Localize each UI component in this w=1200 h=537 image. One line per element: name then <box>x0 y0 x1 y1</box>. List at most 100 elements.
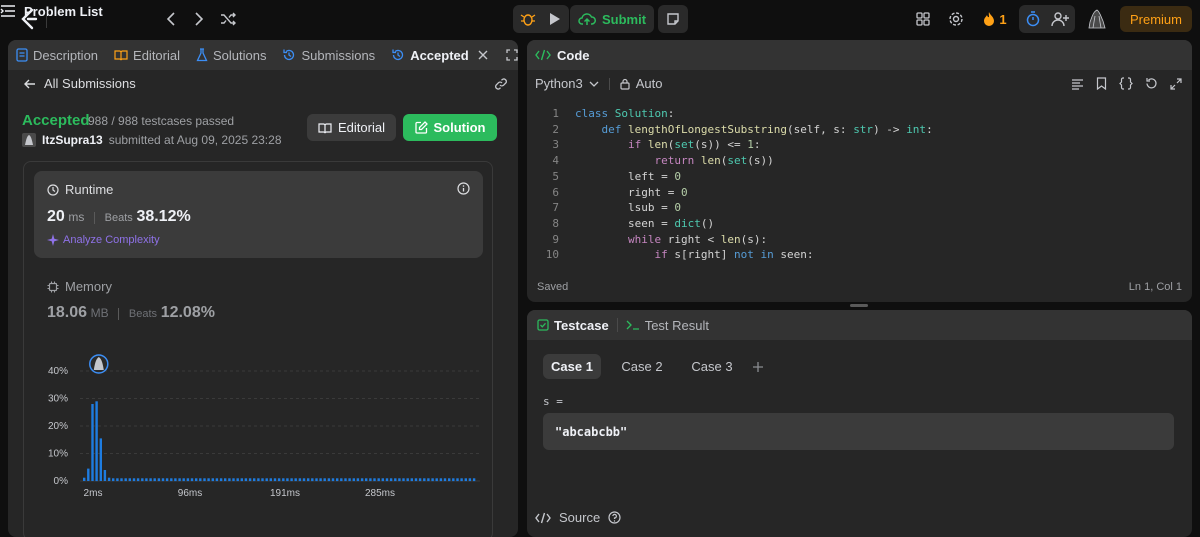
source-toggle[interactable]: Source <box>535 510 621 525</box>
code-line[interactable]: 8 seen = dict() <box>527 217 1192 233</box>
case-tab-2[interactable]: Case 2 <box>613 354 671 379</box>
solution-button[interactable]: Solution <box>403 114 497 141</box>
case-tab-1[interactable]: Case 1 <box>543 354 601 379</box>
distribution-bar[interactable] <box>277 478 281 482</box>
distribution-bar[interactable] <box>124 478 127 482</box>
format-icon[interactable] <box>1071 78 1084 90</box>
notes-icon[interactable] <box>662 8 684 30</box>
code-line[interactable]: 7 lsub = 0 <box>527 201 1192 217</box>
distribution-bar[interactable] <box>248 478 252 482</box>
distribution-bar[interactable] <box>207 478 210 482</box>
distribution-bar[interactable] <box>253 478 256 482</box>
code-line[interactable]: 4 return len(set(s)) <box>527 154 1192 170</box>
distribution-bar[interactable] <box>128 478 131 482</box>
distribution-bar[interactable] <box>199 478 202 482</box>
premium-button[interactable]: Premium <box>1120 6 1192 32</box>
close-icon[interactable] <box>478 50 488 60</box>
distribution-bar[interactable] <box>91 404 94 481</box>
code-line[interactable]: 9 while right < len(s): <box>527 233 1192 249</box>
distribution-bar[interactable] <box>174 478 177 482</box>
distribution-bar[interactable] <box>265 478 268 482</box>
curly-braces-icon[interactable] <box>1119 77 1133 90</box>
tab-solutions[interactable]: Solutions <box>188 40 274 70</box>
distribution-bar[interactable] <box>228 478 231 482</box>
distribution-bar[interactable] <box>136 478 140 482</box>
layout-grid-icon[interactable] <box>912 8 934 30</box>
distribution-bar[interactable] <box>236 478 239 482</box>
distribution-bar[interactable] <box>215 478 219 482</box>
tab-editorial[interactable]: Editorial <box>106 40 188 70</box>
distribution-bar[interactable] <box>327 478 331 482</box>
distribution-bar[interactable] <box>381 478 384 482</box>
distribution-bar[interactable] <box>224 478 227 482</box>
code-line[interactable]: 1 class Solution: <box>527 107 1192 123</box>
distribution-bar[interactable] <box>431 478 434 482</box>
distribution-bar[interactable] <box>389 478 393 482</box>
all-submissions-link[interactable]: All Submissions <box>24 76 136 91</box>
memory-card[interactable]: Memory 18.06 MB Beats 12.08% <box>47 279 215 322</box>
distribution-bar[interactable] <box>269 478 272 482</box>
tab-testcase[interactable]: Testcase <box>529 310 617 340</box>
distribution-bar[interactable] <box>435 478 438 482</box>
maximize-icon[interactable] <box>496 49 518 61</box>
distribution-bar[interactable] <box>282 478 285 482</box>
distribution-bar[interactable] <box>369 478 372 482</box>
distribution-bar[interactable] <box>165 478 169 482</box>
auto-mode-toggle[interactable]: Auto <box>620 76 662 91</box>
distribution-bar[interactable] <box>83 477 86 481</box>
link-icon[interactable] <box>494 77 508 91</box>
distribution-bar[interactable] <box>219 478 223 482</box>
distribution-bar[interactable] <box>107 477 111 481</box>
tab-test-result[interactable]: Test Result <box>618 310 717 340</box>
distribution-bar[interactable] <box>273 478 277 482</box>
distribution-bar[interactable] <box>414 478 418 482</box>
code-line[interactable]: 5 left = 0 <box>527 170 1192 186</box>
timer-icon[interactable] <box>1022 8 1044 30</box>
distribution-bar[interactable] <box>182 478 185 482</box>
input-value-field[interactable]: "abcabcbb" <box>543 413 1174 450</box>
distribution-bar[interactable] <box>103 470 107 481</box>
distribution-bar[interactable] <box>331 478 335 482</box>
distribution-bar[interactable] <box>336 478 339 482</box>
distribution-bar[interactable] <box>132 478 136 482</box>
submit-button[interactable]: Submit <box>570 5 654 33</box>
distribution-bar[interactable] <box>99 438 102 481</box>
distribution-bar[interactable] <box>365 478 368 482</box>
bookmark-icon[interactable] <box>1096 77 1107 90</box>
distribution-bar[interactable] <box>112 478 115 482</box>
run-icon[interactable] <box>544 8 566 30</box>
distribution-bar[interactable] <box>186 478 190 482</box>
help-icon[interactable] <box>608 511 621 524</box>
distribution-bar[interactable] <box>344 478 347 482</box>
tab-accepted[interactable]: Accepted <box>383 40 496 70</box>
distribution-bar[interactable] <box>423 478 426 482</box>
distribution-bar[interactable] <box>240 478 243 482</box>
code-line[interactable]: 3 if len(set(s)) <= 1: <box>527 138 1192 154</box>
distribution-bar[interactable] <box>87 468 90 481</box>
distribution-bar[interactable] <box>141 478 144 482</box>
distribution-bar[interactable] <box>356 478 360 482</box>
distribution-bar[interactable] <box>439 478 443 482</box>
expand-icon[interactable] <box>1170 77 1182 90</box>
distribution-bar[interactable] <box>402 478 405 482</box>
shuffle-icon[interactable] <box>217 9 239 29</box>
distribution-bar[interactable] <box>120 478 123 482</box>
distribution-bar[interactable] <box>340 478 343 482</box>
distribution-bar[interactable] <box>232 478 235 482</box>
code-line[interactable]: 2 def lengthOfLongestSubstring(self, s: … <box>527 123 1192 139</box>
distribution-bar[interactable] <box>211 478 214 482</box>
distribution-bar[interactable] <box>170 478 173 482</box>
distribution-bar[interactable] <box>195 478 198 482</box>
distribution-bar[interactable] <box>178 478 181 482</box>
distribution-bar[interactable] <box>203 478 206 482</box>
add-case-plus-icon[interactable] <box>749 354 767 379</box>
distribution-bar[interactable] <box>298 478 302 482</box>
distribution-bar[interactable] <box>468 478 472 482</box>
your-position-marker[interactable] <box>89 354 109 374</box>
distribution-bar[interactable] <box>323 478 326 482</box>
distribution-bar[interactable] <box>261 478 264 482</box>
tab-description[interactable]: Description <box>8 40 106 70</box>
distribution-bar[interactable] <box>460 478 463 482</box>
distribution-bar[interactable] <box>373 478 376 482</box>
distribution-bar[interactable] <box>311 478 314 482</box>
